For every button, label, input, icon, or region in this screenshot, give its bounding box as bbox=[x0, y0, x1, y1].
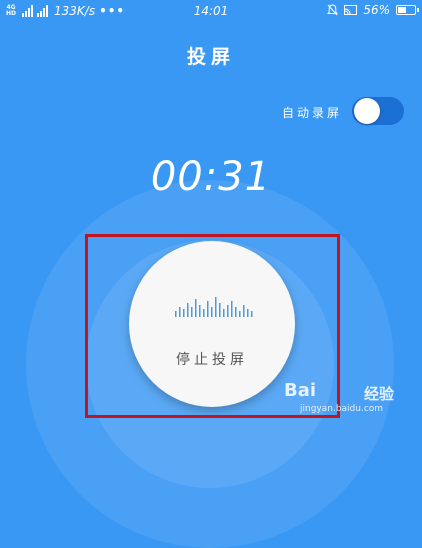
watermark-text: 经验 bbox=[364, 385, 395, 403]
auto-record-label: 自动录屏 bbox=[282, 106, 343, 120]
bell-off-icon bbox=[327, 4, 339, 16]
cast-timer: 00:31 bbox=[150, 154, 272, 200]
status-bar: 4G HD 133K/s ••• 14:01 56% bbox=[0, 0, 422, 24]
page-title: 投屏 bbox=[186, 46, 235, 68]
battery-percent: 56% bbox=[363, 3, 390, 17]
watermark-url: jingyan.baidu.com bbox=[300, 404, 384, 414]
auto-record-toggle[interactable] bbox=[352, 97, 404, 125]
battery-icon bbox=[396, 5, 419, 15]
toggle-knob bbox=[354, 98, 380, 124]
baidu-logo: Bai bbox=[284, 380, 317, 401]
cast-icon bbox=[344, 4, 358, 15]
